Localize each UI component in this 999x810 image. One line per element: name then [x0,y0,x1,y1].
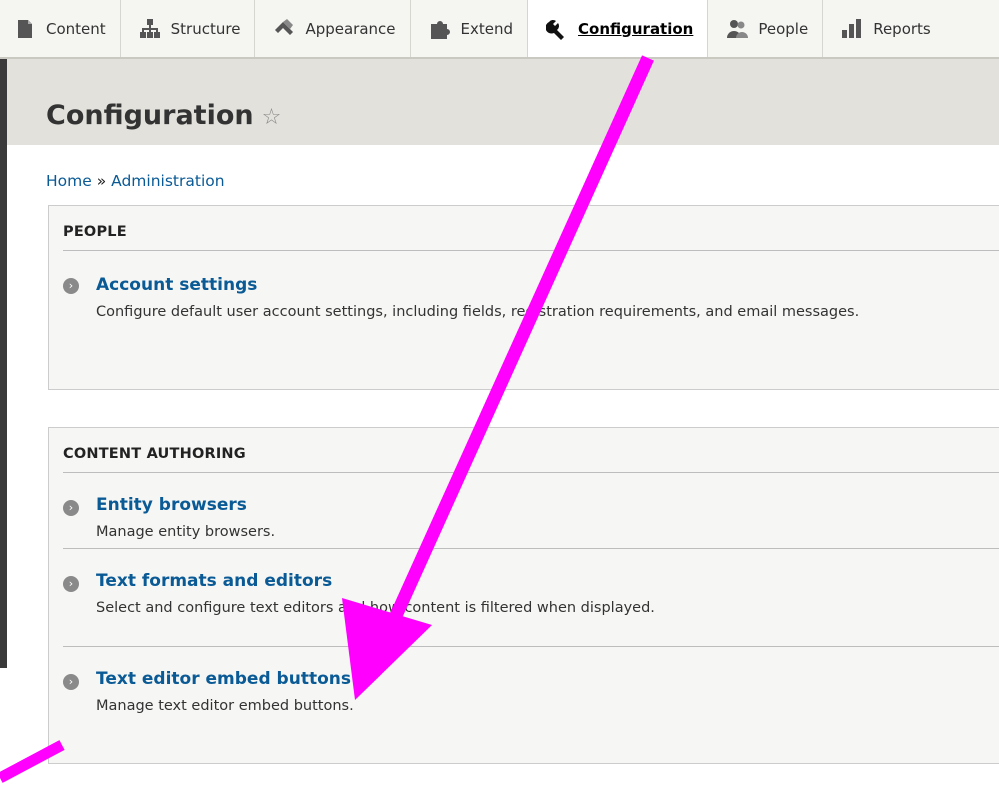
page-title-text: Configuration [46,100,254,131]
sitemap-icon [139,18,161,40]
document-icon [14,18,36,40]
admin-toolbar: Content Structure Appearance Extend Conf… [0,0,999,59]
toolbar-item-reports[interactable]: Reports [823,0,945,57]
people-icon [726,18,749,40]
toolbar-label-reports: Reports [873,19,931,38]
breadcrumb-home-link[interactable]: Home [46,172,92,190]
chevron-right-icon: › [63,278,79,294]
star-icon[interactable]: ☆ [262,105,282,130]
list-item-entity-browsers: › Entity browsers Manage entity browsers… [63,473,999,549]
chevron-right-icon: › [63,576,79,592]
toolbar-label-extend: Extend [460,19,514,38]
toolbar-item-people[interactable]: People [708,0,824,57]
puzzle-icon [429,18,451,40]
wrench-icon [546,18,568,40]
chevron-right-icon: › [63,674,79,690]
toolbar-label-appearance: Appearance [305,19,396,38]
list-item-account-settings: › Account settings Configure default use… [63,251,999,323]
list-item-embed-buttons: › Text editor embed buttons Manage text … [63,647,999,717]
toolbar-label-structure: Structure [170,19,241,38]
bar-chart-icon [841,18,863,40]
paintbrush-icon [273,18,295,40]
toolbar-item-structure[interactable]: Structure [121,0,256,57]
toolbar-label-people: People [758,19,809,38]
list-item-text-formats: › Text formats and editors Select and co… [63,549,999,647]
breadcrumb-separator: » [96,172,107,190]
text-formats-description: Select and configure text editors and ho… [96,600,655,616]
toolbar-item-content[interactable]: Content [0,0,121,57]
toolbar-item-appearance[interactable]: Appearance [255,0,411,57]
text-formats-link[interactable]: Text formats and editors [96,571,999,591]
account-settings-description: Configure default user account settings,… [96,304,860,320]
toolbar-label-content: Content [46,19,106,38]
panel-people-title: PEOPLE [63,206,999,251]
breadcrumb-administration-link[interactable]: Administration [111,172,224,190]
panel-content-authoring-title: CONTENT AUTHORING [63,428,999,473]
breadcrumb: Home » Administration [46,172,225,190]
chevron-right-icon: › [63,500,79,516]
embed-buttons-link[interactable]: Text editor embed buttons [96,669,999,689]
left-edge-strip [0,0,7,668]
panel-content-authoring: CONTENT AUTHORING › Entity browsers Mana… [48,427,999,764]
entity-browsers-link[interactable]: Entity browsers [96,495,999,515]
account-settings-link[interactable]: Account settings [96,275,999,295]
toolbar-item-configuration[interactable]: Configuration [528,0,709,57]
embed-buttons-description: Manage text editor embed buttons. [96,698,354,714]
entity-browsers-description: Manage entity browsers. [96,524,276,540]
page-title: Configuration ☆ [46,100,281,131]
toolbar-label-configuration: Configuration [578,19,694,38]
panel-people: PEOPLE › Account settings Configure defa… [48,205,999,390]
toolbar-item-extend[interactable]: Extend [411,0,529,57]
